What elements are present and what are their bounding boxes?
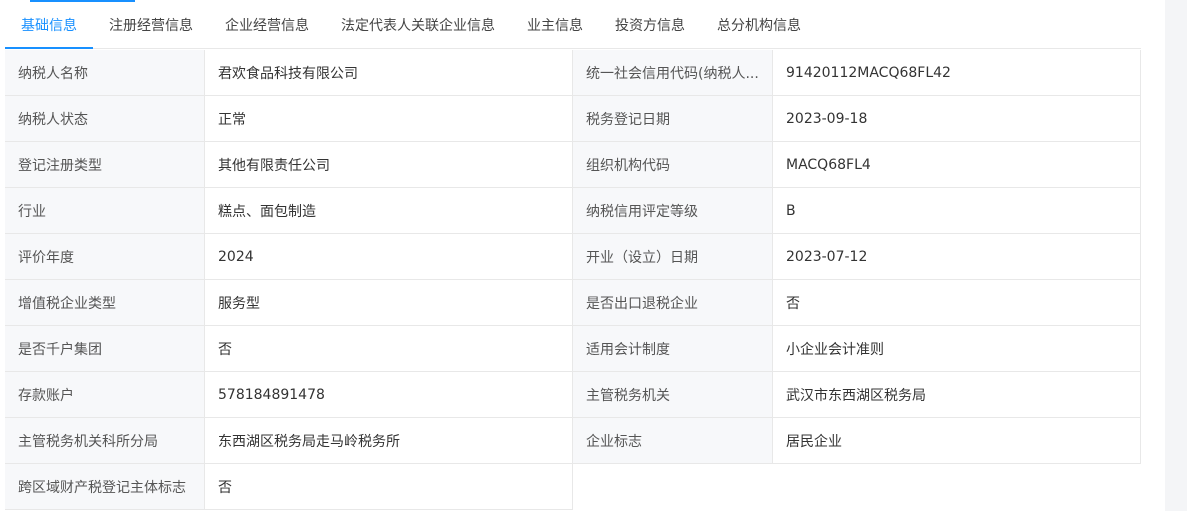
field-label-text: 适用会计制度: [586, 341, 670, 358]
field-value-text: 正常: [218, 111, 246, 128]
field-value: 否: [773, 280, 1141, 326]
field-label-text: 跨区域财产税登记主体标志: [18, 479, 186, 496]
field-label-text: 税务登记日期: [586, 111, 670, 128]
field-value-text: 糕点、面包制造: [218, 203, 316, 220]
field-label-text: 纳税人名称: [18, 65, 88, 82]
tab-3[interactable]: 法定代表人关联企业信息: [325, 10, 511, 47]
field-value: MACQ68FL4: [773, 142, 1141, 188]
field-value-text: 2023-09-18: [786, 110, 868, 127]
field-value-text: 578184891478: [218, 386, 325, 403]
field-value: 东西湖区税务局走马岭税务所: [205, 418, 573, 464]
tab-bar: 基础信息 注册经营信息 企业经营信息 法定代表人关联企业信息 业主信息 投资方信息 总分机构…: [5, 10, 1141, 49]
tab-6[interactable]: 总分机构信息: [701, 10, 817, 47]
field-label: 行业: [5, 188, 205, 234]
field-label-text: 增值税企业类型: [18, 295, 116, 312]
field-value: 2023-07-12: [773, 234, 1141, 280]
field-label: 存款账户: [5, 372, 205, 418]
field-value: 91420112MACQ68FL42: [773, 50, 1141, 96]
field-label: 登记注册类型: [5, 142, 205, 188]
field-value-text: 否: [786, 295, 800, 312]
field-value: 小企业会计准则: [773, 326, 1141, 372]
field-value-text: 东西湖区税务局走马岭税务所: [218, 433, 400, 450]
field-label-text: 组织机构代码: [586, 157, 670, 174]
field-label: 统一社会信用代码(纳税人...: [573, 50, 773, 96]
field-label: 开业（设立）日期: [573, 234, 773, 280]
field-label: 企业标志: [573, 418, 773, 464]
field-label: 适用会计制度: [573, 326, 773, 372]
field-value: 服务型: [205, 280, 573, 326]
field-value-text: 君欢食品科技有限公司: [218, 65, 358, 82]
field-label-text: 存款账户: [18, 387, 74, 404]
field-label: 纳税人状态: [5, 96, 205, 142]
tab-4[interactable]: 业主信息: [511, 10, 599, 47]
field-label: 是否千户集团: [5, 326, 205, 372]
field-label-text: 纳税信用评定等级: [586, 203, 698, 220]
field-value: 居民企业: [773, 418, 1141, 464]
field-label-text: 是否千户集团: [18, 341, 102, 358]
field-value-text: 其他有限责任公司: [218, 157, 330, 174]
top-accent-bar: [30, 0, 135, 2]
field-label: 税务登记日期: [573, 96, 773, 142]
field-value-text: 2023-07-12: [786, 248, 868, 265]
field-label: 评价年度: [5, 234, 205, 280]
field-label-text: 企业标志: [586, 433, 642, 450]
field-value-text: 居民企业: [786, 433, 842, 450]
tab-0[interactable]: 基础信息: [5, 10, 93, 49]
field-label: 主管税务机关科所分局: [5, 418, 205, 464]
field-value-text: MACQ68FL4: [786, 156, 871, 173]
tab-2[interactable]: 企业经营信息: [209, 10, 325, 47]
field-value-text: 91420112MACQ68FL42: [786, 64, 951, 81]
field-value: 君欢食品科技有限公司: [205, 50, 573, 96]
field-label: 纳税人名称: [5, 50, 205, 96]
field-value: 否: [205, 326, 573, 372]
field-label-text: 主管税务机关: [586, 387, 670, 404]
field-label: 是否出口退税企业: [573, 280, 773, 326]
field-value: 其他有限责任公司: [205, 142, 573, 188]
field-value-text: 服务型: [218, 295, 260, 312]
field-value: 否: [205, 464, 573, 510]
field-value: 正常: [205, 96, 573, 142]
field-label-text: 统一社会信用代码(纳税人...: [586, 65, 759, 82]
field-label-text: 行业: [18, 203, 46, 220]
tab-5[interactable]: 投资方信息: [599, 10, 701, 47]
field-label: 跨区域财产税登记主体标志: [5, 464, 205, 510]
field-value-text: 否: [218, 479, 232, 496]
field-value-text: B: [786, 202, 796, 219]
field-label: 组织机构代码: [573, 142, 773, 188]
field-label-text: 登记注册类型: [18, 157, 102, 174]
field-value: 糕点、面包制造: [205, 188, 573, 234]
field-label-text: 主管税务机关科所分局: [18, 433, 158, 450]
empty-cell: [573, 464, 1141, 510]
field-value-text: 武汉市东西湖区税务局: [786, 387, 926, 404]
field-value-text: 2024: [218, 248, 254, 265]
field-label-text: 是否出口退税企业: [586, 295, 698, 312]
field-label: 增值税企业类型: [5, 280, 205, 326]
info-table: 纳税人名称 君欢食品科技有限公司 统一社会信用代码(纳税人... 91420112MA…: [5, 50, 1141, 510]
field-value: B: [773, 188, 1141, 234]
field-label-text: 纳税人状态: [18, 111, 88, 128]
field-value: 武汉市东西湖区税务局: [773, 372, 1141, 418]
field-label-text: 评价年度: [18, 249, 74, 266]
field-value: 2023-09-18: [773, 96, 1141, 142]
field-label: 主管税务机关: [573, 372, 773, 418]
field-value-text: 否: [218, 341, 232, 358]
scrollbar-track[interactable]: [1165, 0, 1187, 511]
tab-1[interactable]: 注册经营信息: [93, 10, 209, 47]
field-label-text: 开业（设立）日期: [586, 249, 698, 266]
field-label: 纳税信用评定等级: [573, 188, 773, 234]
field-value: 2024: [205, 234, 573, 280]
field-value: 578184891478: [205, 372, 573, 418]
field-value-text: 小企业会计准则: [786, 341, 884, 358]
